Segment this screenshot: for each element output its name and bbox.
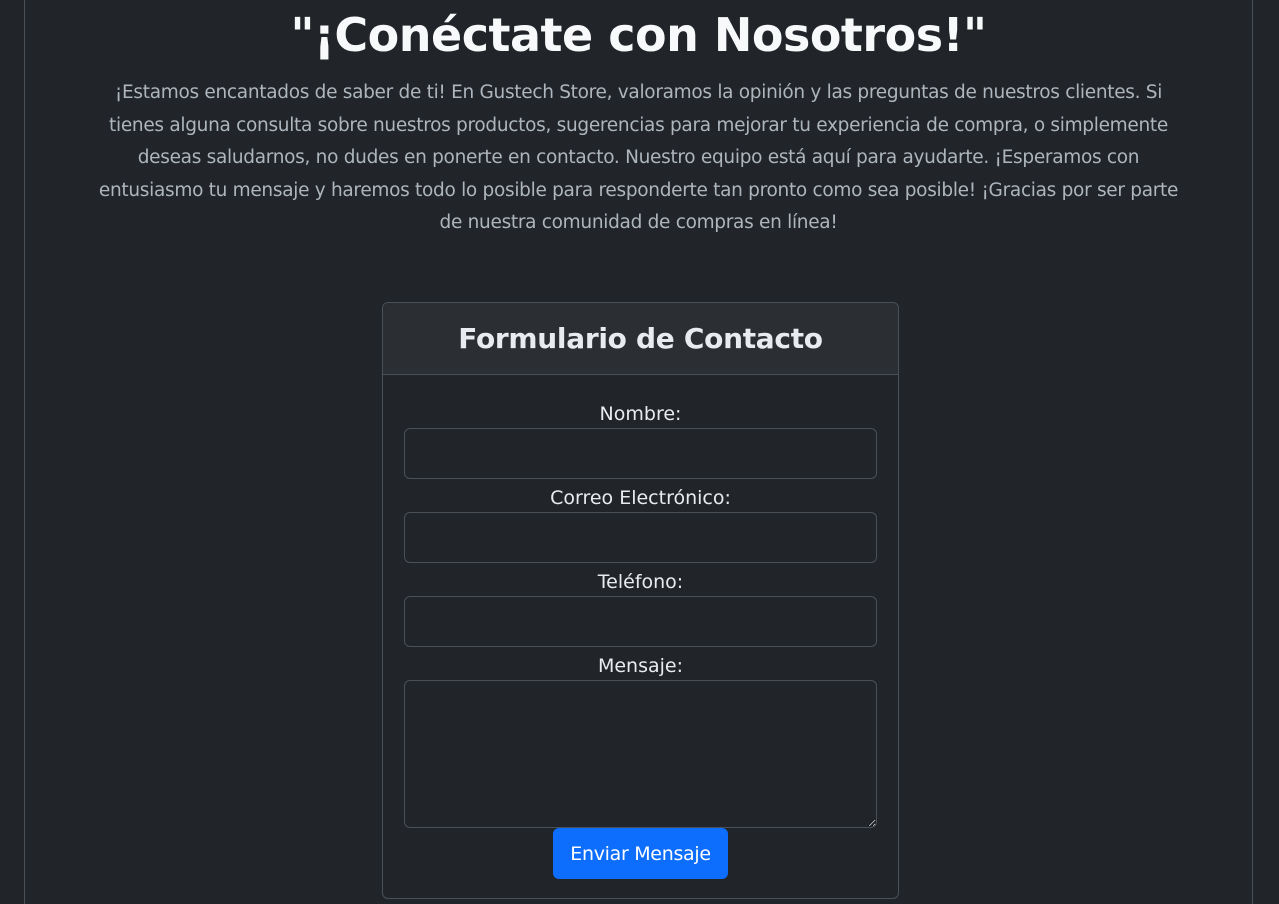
message-textarea[interactable] — [404, 680, 877, 828]
name-label: Nombre: — [599, 403, 682, 425]
submit-wrapper: Enviar Mensaje — [404, 828, 877, 879]
send-message-button[interactable]: Enviar Mensaje — [553, 828, 728, 879]
page: "¡Conéctate con Nosotros!" ¡Estamos enca… — [0, 0, 1279, 904]
page-title: "¡Conéctate con Nosotros!" — [290, 8, 987, 62]
name-input[interactable] — [404, 428, 877, 479]
contact-form-header: Formulario de Contacto — [383, 303, 898, 375]
phone-label: Teléfono: — [597, 571, 684, 593]
main-container: "¡Conéctate con Nosotros!" ¡Estamos enca… — [24, 0, 1253, 904]
message-label: Mensaje: — [597, 655, 684, 677]
contact-form-card: Formulario de Contacto Nombre: Correo El… — [382, 302, 899, 899]
contact-form-title: Formulario de Contacto — [458, 322, 823, 355]
contact-form: Nombre: Correo Electrónico: Teléfono: Me… — [383, 375, 898, 879]
phone-input[interactable] — [404, 596, 877, 647]
intro-paragraph: ¡Estamos encantados de saber de ti! En G… — [98, 82, 1179, 233]
email-label: Correo Electrónico: — [550, 487, 731, 509]
email-input[interactable] — [404, 512, 877, 563]
